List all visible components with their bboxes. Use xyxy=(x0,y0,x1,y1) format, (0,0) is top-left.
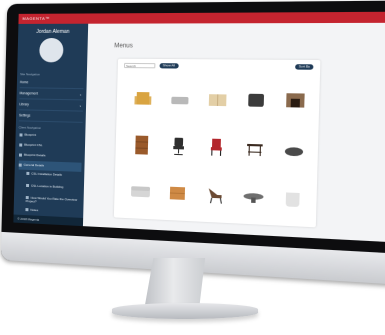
tree-item-label: CSL Location in Building xyxy=(30,183,64,189)
product-tile[interactable] xyxy=(127,77,160,120)
sidebar-item-settings[interactable]: Settings xyxy=(18,111,83,123)
chevron-right-icon: › xyxy=(79,92,82,98)
sidebar-item-library[interactable]: Library › xyxy=(19,100,84,112)
monitor-base xyxy=(112,303,258,319)
product-tile[interactable] xyxy=(236,174,271,219)
product-tile[interactable] xyxy=(277,79,313,124)
product-tile[interactable] xyxy=(199,125,234,169)
client-navigation-heading: Client Navigation xyxy=(18,125,42,130)
tree-item-label: CSL Installation Details xyxy=(31,171,63,177)
chevron-right-icon: › xyxy=(79,103,82,109)
product-tile[interactable] xyxy=(124,170,157,214)
tree-item[interactable]: CSL Location in Building xyxy=(26,183,81,195)
main-content: Menus Show All Sort By xyxy=(83,23,385,242)
user-name: Jordan Aleman xyxy=(36,28,70,35)
page-icon xyxy=(19,133,23,137)
product-tile[interactable] xyxy=(126,124,159,167)
product-tile[interactable] xyxy=(237,126,272,170)
dining-chair-icon xyxy=(203,138,230,160)
tree-item[interactable]: CSL Installation Details xyxy=(26,171,81,183)
sidebar-item-label: Home xyxy=(19,80,29,85)
pouf-icon xyxy=(284,147,303,157)
tree-item-label: Blueprint CSL xyxy=(24,142,43,148)
site-navigation-heading: Site Navigation xyxy=(20,72,41,77)
product-tile[interactable] xyxy=(200,78,235,122)
page-title: Menus xyxy=(114,43,133,50)
product-card: Show All Sort By xyxy=(113,58,321,228)
monitor: MAGENTA™ Jordan Aleman Site Navigation H… xyxy=(0,0,385,286)
screen: MAGENTA™ Jordan Aleman Site Navigation H… xyxy=(13,11,385,243)
tree-item-label: How Would You Rate the Overview Project? xyxy=(25,195,78,204)
cabinet-icon xyxy=(208,87,227,113)
ottoman-icon xyxy=(171,97,189,105)
product-tile[interactable] xyxy=(163,78,197,121)
sidebar-item-label: Library xyxy=(19,102,29,107)
product-tile[interactable] xyxy=(238,79,273,123)
search-input[interactable] xyxy=(123,62,156,69)
product-grid xyxy=(124,77,313,220)
product-tile[interactable] xyxy=(274,175,310,220)
side-table-icon xyxy=(241,143,263,161)
sidebar-item-management[interactable]: Management › xyxy=(19,89,84,101)
page-icon xyxy=(18,153,22,157)
filter-button[interactable]: Show All xyxy=(159,63,179,69)
avatar[interactable] xyxy=(39,38,64,63)
tree-item[interactable]: How Would You Rate the Overview Project? xyxy=(26,195,81,208)
product-tile[interactable] xyxy=(161,171,195,215)
lounge-chair-icon xyxy=(208,187,229,207)
dresser-icon xyxy=(129,135,155,155)
tree-item-label: Blueprint Details xyxy=(23,152,46,158)
fireplace-icon xyxy=(285,93,305,108)
sort-button[interactable]: Sort By xyxy=(295,64,314,70)
page-icon xyxy=(26,183,30,188)
wood-cube-icon xyxy=(165,186,191,200)
brand-logo: MAGENTA™ xyxy=(22,15,50,21)
sidebar-item-label: Settings xyxy=(18,113,31,118)
sidebar: Jordan Aleman Site Navigation Home Manage… xyxy=(13,23,89,227)
tree-item[interactable]: Blueprint xyxy=(19,130,82,141)
product-tile[interactable] xyxy=(198,172,233,216)
club-chair-icon xyxy=(247,94,264,108)
sidebar-item-home[interactable]: Home xyxy=(19,78,84,90)
sofa-icon xyxy=(131,185,151,197)
tree-item-label: Blueprint xyxy=(24,132,37,137)
tub-chair-icon xyxy=(285,192,300,207)
page-icon xyxy=(18,163,22,167)
page-icon xyxy=(19,143,23,147)
product-tile[interactable] xyxy=(162,124,196,168)
sidebar-item-label: Management xyxy=(19,91,38,96)
coffee-table-icon xyxy=(243,192,264,203)
page-icon xyxy=(25,208,29,212)
armchair-icon xyxy=(134,92,152,106)
tree-item-label: Notes xyxy=(30,207,39,212)
product-tile[interactable] xyxy=(276,127,312,172)
tree-item-label: General Details xyxy=(23,162,45,168)
office-chair-icon xyxy=(166,137,192,159)
page-icon xyxy=(26,171,30,175)
